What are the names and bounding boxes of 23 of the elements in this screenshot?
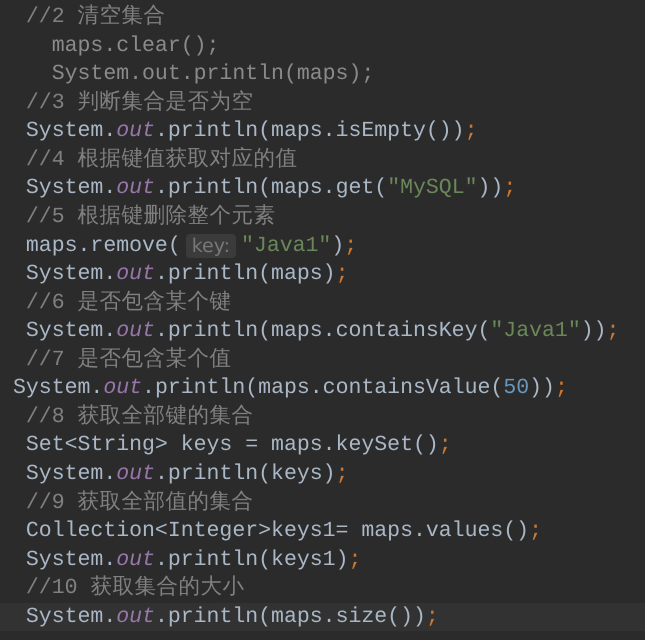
code-line: System.out.println(maps);	[50, 61, 376, 88]
code-line: //9 获取全部值的集合	[24, 489, 255, 517]
parameter-hint: key:	[186, 234, 236, 258]
code-line: //5 根据键删除整个元素	[24, 203, 277, 231]
code-line: //7 是否包含某个值	[24, 346, 233, 374]
code-line: maps.clear();	[50, 32, 220, 60]
code-line: Collection<Integer>keys1= maps.values();	[24, 518, 543, 546]
code-line: System.out.println(maps.containsKey("Java1"));	[24, 318, 620, 346]
code-line: //6 是否包含某个键	[24, 289, 233, 317]
code-line: //4 根据键值获取对应的值	[24, 146, 299, 174]
code-line: System.out.println(keys);	[24, 461, 350, 488]
code-line: //3 判断集合是否为空	[24, 89, 255, 117]
code-line: //8 获取全部键的集合	[24, 403, 255, 431]
code-text: "Java1");	[241, 232, 358, 260]
code-line: System.out.println(maps.containsValue(50));	[13, 375, 569, 402]
code-line: System.out.println(maps.get("MySQL"));	[24, 175, 518, 202]
code-line: //2 清空集合	[24, 3, 167, 31]
code-line: Set<String> keys = maps.keySet();	[24, 432, 453, 460]
code-line: System.out.println(maps);	[24, 261, 350, 288]
code-text: maps.remove(	[24, 232, 181, 260]
code-line: System.out.println(keys1);	[24, 546, 362, 574]
code-line: System.out.println(maps.isEmpty());	[24, 118, 478, 146]
code-line: //10 获取集合的大小	[24, 574, 246, 602]
